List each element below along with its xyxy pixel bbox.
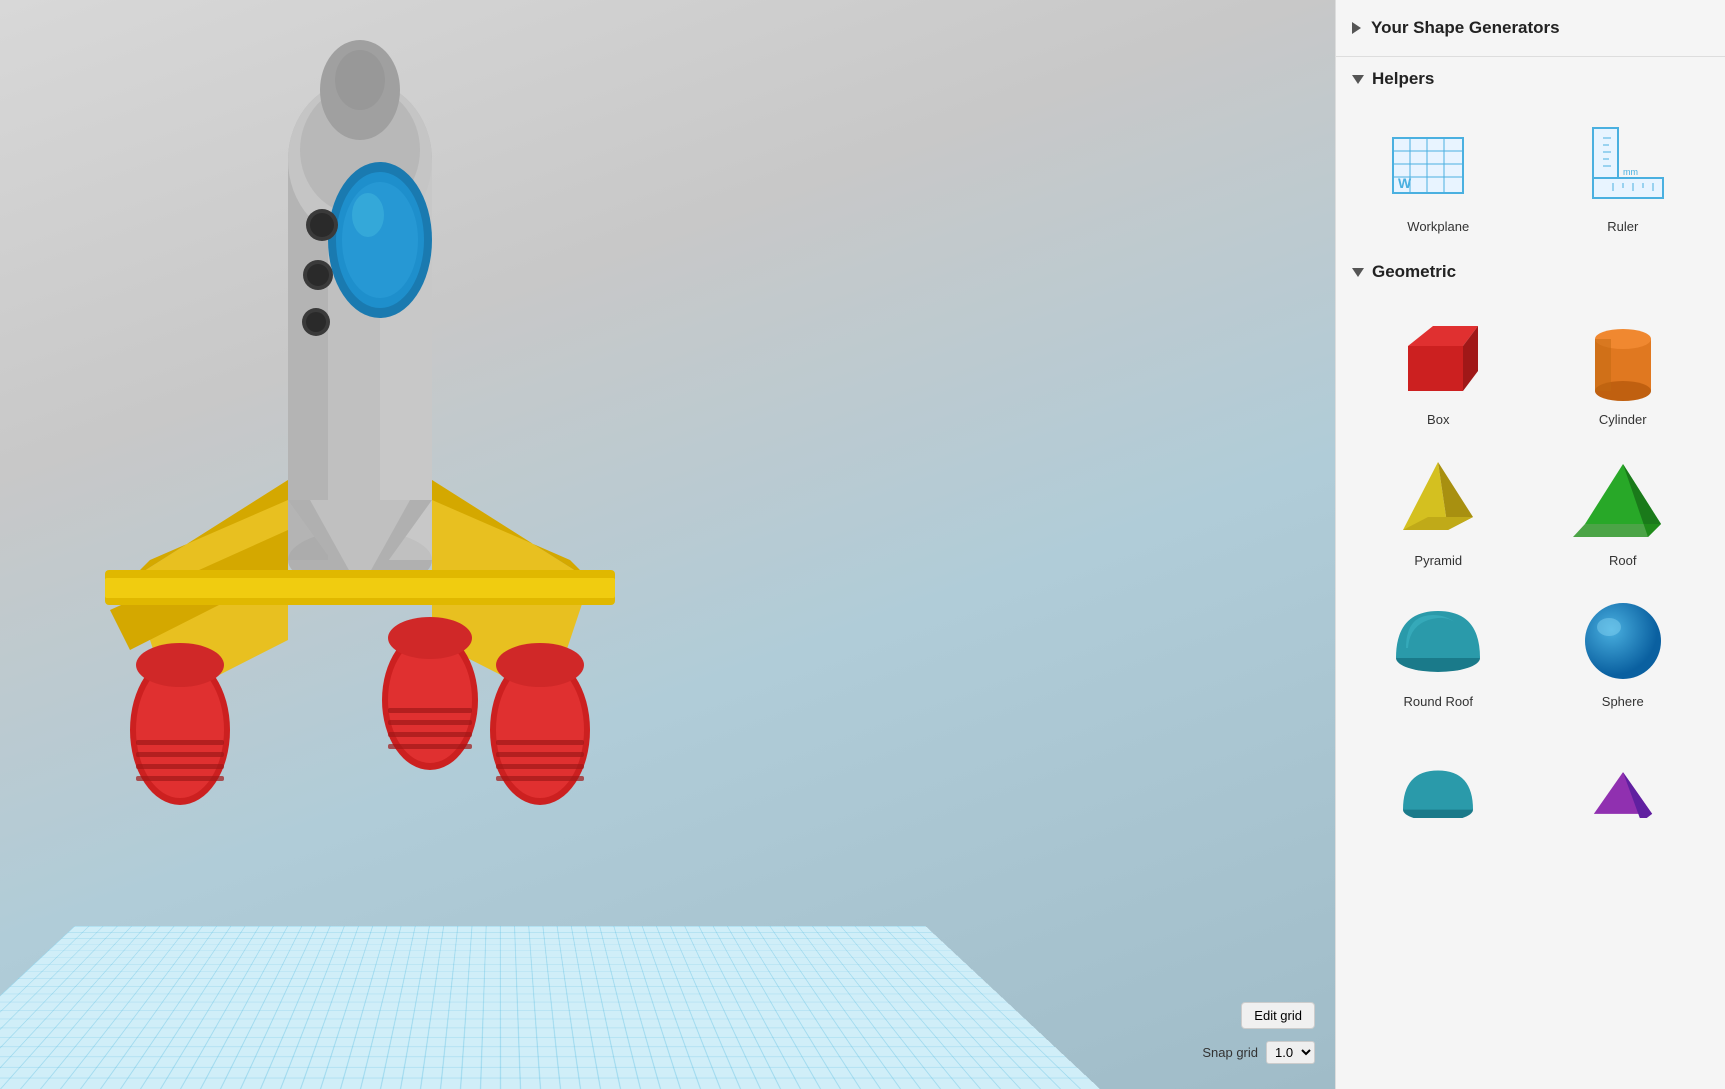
- rocket-scene: [50, 20, 750, 920]
- pyramid-label: Pyramid: [1414, 553, 1462, 568]
- helpers-section-header[interactable]: Helpers: [1336, 57, 1725, 97]
- ruler-item[interactable]: mm Ruler: [1533, 105, 1714, 242]
- cylinder-icon: [1568, 308, 1678, 408]
- geometric-grid: Box Cylinder: [1336, 290, 1725, 725]
- sphere-label: Sphere: [1602, 694, 1644, 709]
- more-shapes-grid: [1336, 725, 1725, 859]
- helpers-grid: W Workplane: [1336, 97, 1725, 250]
- geometric-label: Geometric: [1372, 262, 1456, 282]
- workplane-icon: W: [1383, 115, 1493, 215]
- workplane-label: Workplane: [1407, 219, 1469, 234]
- round-roof-icon: [1383, 590, 1493, 690]
- geometric-collapse-icon: [1352, 268, 1364, 277]
- shape-generators-title: Your Shape Generators: [1371, 18, 1560, 38]
- cylinder-item[interactable]: Cylinder: [1533, 298, 1714, 435]
- helpers-collapse-icon: [1352, 75, 1364, 84]
- roof-label: Roof: [1609, 553, 1636, 568]
- partial-shape-1[interactable]: [1348, 733, 1529, 851]
- sphere-item[interactable]: Sphere: [1533, 580, 1714, 717]
- right-panel: Your Shape Generators Helpers: [1335, 0, 1725, 1089]
- cylinder-label: Cylinder: [1599, 412, 1647, 427]
- round-roof-item[interactable]: Round Roof: [1348, 580, 1529, 717]
- workplane-item[interactable]: W Workplane: [1348, 105, 1529, 242]
- roof-icon: [1568, 449, 1678, 549]
- partial-shape-2[interactable]: [1533, 733, 1714, 851]
- partial-shape-1-icon: [1383, 743, 1493, 843]
- edit-grid-button[interactable]: Edit grid: [1241, 1002, 1315, 1029]
- ruler-icon: mm: [1568, 115, 1678, 215]
- pyramid-icon: [1383, 449, 1493, 549]
- box-item[interactable]: Box: [1348, 298, 1529, 435]
- pyramid-item[interactable]: Pyramid: [1348, 439, 1529, 576]
- box-icon: [1383, 308, 1493, 408]
- round-roof-label: Round Roof: [1404, 694, 1473, 709]
- ruler-label: Ruler: [1607, 219, 1638, 234]
- svg-text:W: W: [1398, 175, 1412, 191]
- main-viewport: Edit grid Snap grid 1.0 0.5 2.0 5.0: [0, 0, 1335, 1089]
- svg-text:mm: mm: [1623, 167, 1638, 177]
- snap-grid-select[interactable]: 1.0 0.5 2.0 5.0: [1266, 1041, 1315, 1064]
- snap-grid-row: Snap grid 1.0 0.5 2.0 5.0: [1202, 1041, 1315, 1064]
- partial-shape-2-icon: [1568, 743, 1678, 843]
- snap-grid-label: Snap grid: [1202, 1045, 1258, 1060]
- roof-item[interactable]: Roof: [1533, 439, 1714, 576]
- sphere-icon: [1568, 590, 1678, 690]
- grid-floor: [0, 926, 1255, 1089]
- geometric-section-header[interactable]: Geometric: [1336, 250, 1725, 290]
- shape-generators-header[interactable]: Your Shape Generators: [1336, 0, 1725, 57]
- helpers-label: Helpers: [1372, 69, 1434, 89]
- collapse-icon: [1352, 22, 1361, 34]
- box-label: Box: [1427, 412, 1449, 427]
